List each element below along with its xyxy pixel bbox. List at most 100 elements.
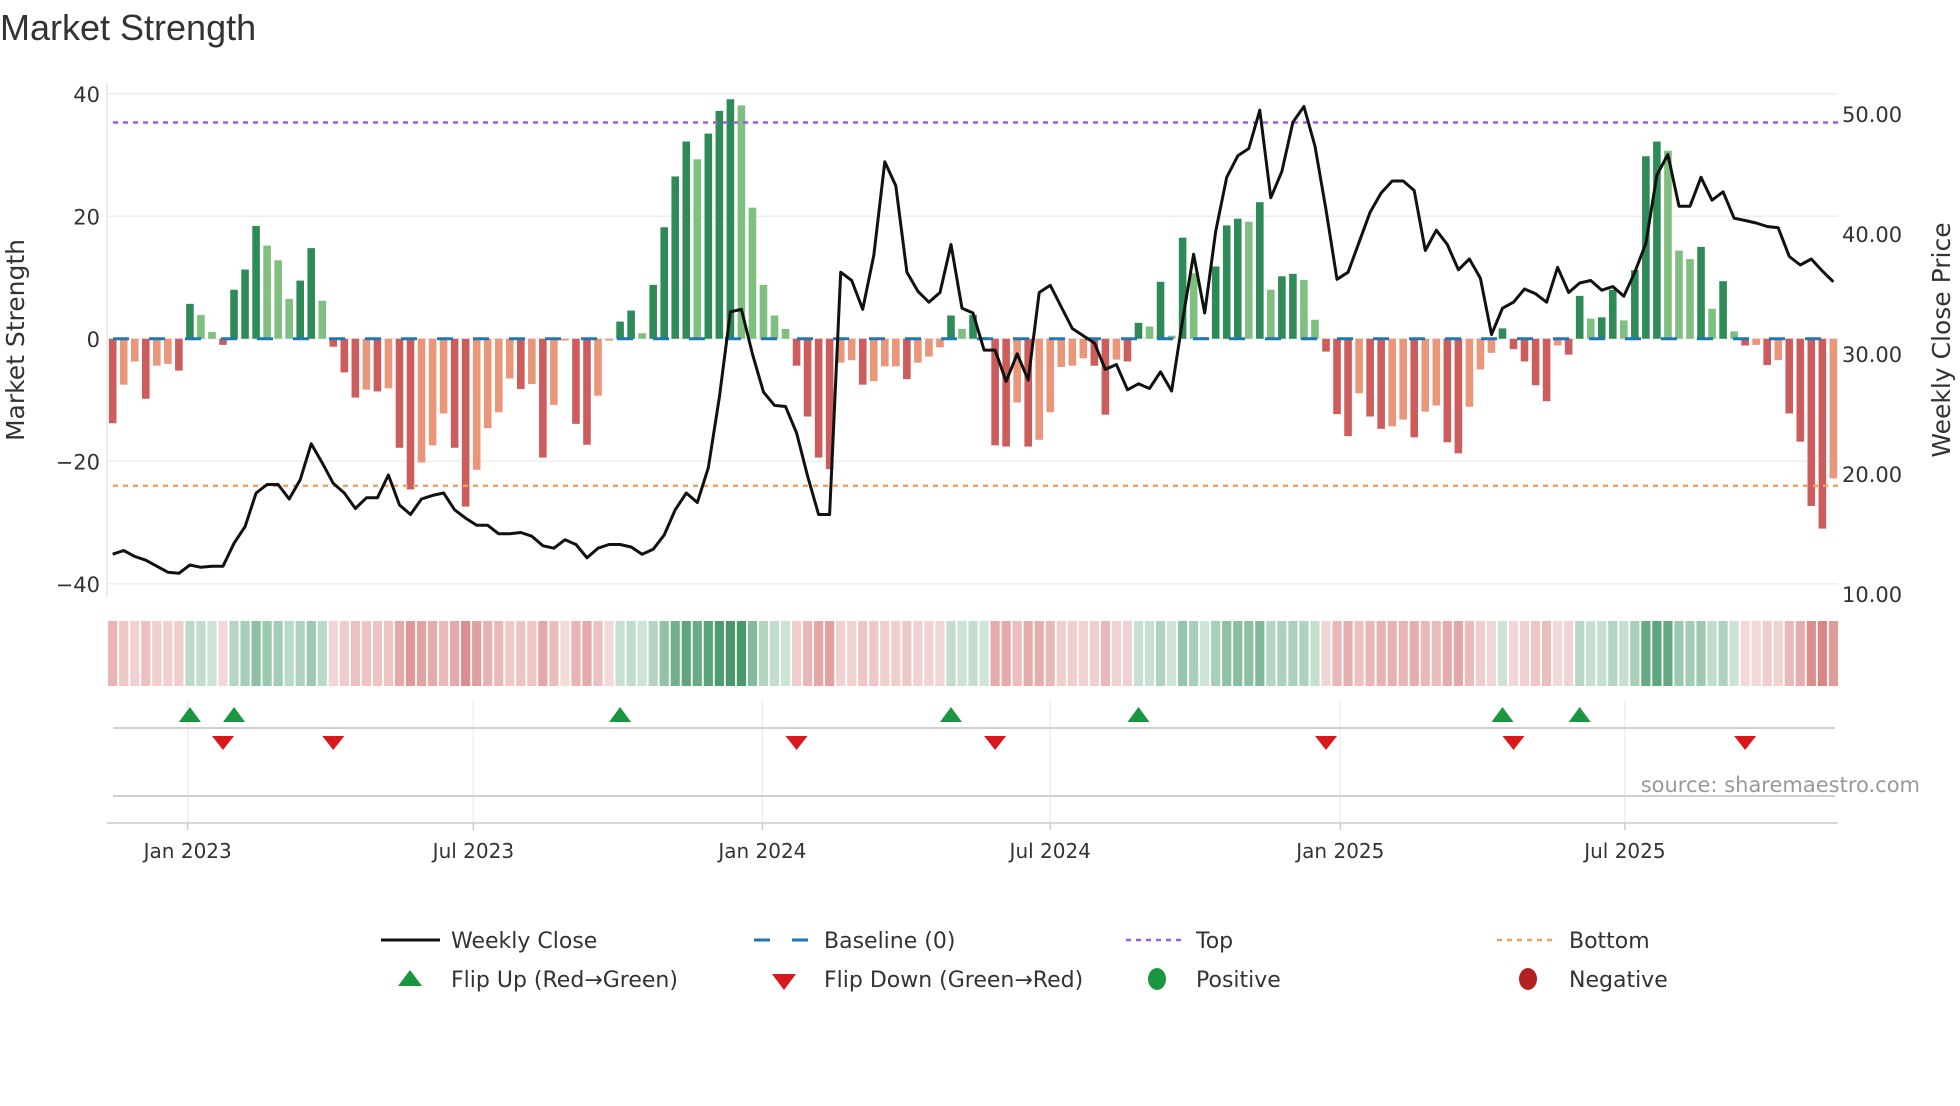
legend-item-bottom: Bottom [1497, 929, 1650, 954]
heat-strip-cell [394, 621, 405, 686]
y-tick-label: −40 [56, 573, 100, 597]
strength-bar [627, 310, 635, 339]
strength-bar [1244, 221, 1253, 339]
heat-strip-cell [1530, 621, 1541, 686]
heat-strip-cell [461, 621, 471, 686]
strength-bar [1487, 338, 1496, 353]
legend-item-weekly-close: Weekly Close [381, 929, 597, 954]
heat-strip-cell [1575, 621, 1585, 686]
flip-down-marker-icon [1734, 736, 1757, 750]
strength-bar [175, 338, 183, 371]
strength-bar [881, 338, 889, 367]
flip-up-marker-icon [178, 707, 201, 722]
strength-bar [649, 284, 657, 339]
strength-bar [186, 303, 194, 339]
heat-strip-cell [1619, 621, 1629, 686]
strength-bar [1068, 338, 1077, 366]
heat-strip-cell [1376, 621, 1386, 686]
heat-strip-cell [604, 621, 614, 686]
right-axis-title: Weekly Close Price [1927, 222, 1956, 457]
strength-bar [1300, 279, 1308, 339]
strength-bar [847, 338, 856, 361]
strength-bar [428, 338, 437, 446]
strength-bar [1465, 338, 1474, 407]
legend-item-flip-up: Flip Up (Red→Green) [398, 968, 678, 993]
red-dot-icon [1519, 968, 1537, 990]
heat-strip-cell [1608, 621, 1618, 686]
strength-bar [108, 338, 117, 424]
strength-bar [1818, 338, 1827, 529]
strength-bar [925, 338, 933, 357]
strength-bar [1289, 273, 1297, 339]
heat-strip-cell [350, 621, 360, 686]
heat-strip-cell [273, 621, 283, 686]
heat-strip-cell [218, 621, 228, 686]
strength-bar [1267, 289, 1275, 339]
strength-bar [1575, 295, 1584, 339]
heat-strip-cell [714, 621, 724, 686]
heat-strip-cell [935, 621, 945, 686]
heat-strip-cell [1144, 621, 1155, 686]
strength-bar [1763, 338, 1771, 366]
strength-bar [1697, 246, 1705, 339]
strength-bar [814, 338, 823, 458]
heat-strip-cell [670, 621, 680, 686]
strength-bar [803, 338, 812, 417]
heat-strip-cell [1740, 621, 1750, 686]
strength-bar [241, 269, 249, 339]
left-axis-title: Market Strength [1, 239, 30, 441]
flip-down-marker-icon [322, 736, 345, 750]
heat-strip-cell [494, 621, 504, 686]
y-tick-label: −20 [56, 450, 100, 474]
strength-bar [373, 338, 382, 392]
heat-strip-cell [1343, 621, 1353, 686]
strength-bar [792, 338, 801, 366]
triangle-up-icon [398, 970, 422, 986]
y2-tick-label: 50.00 [1842, 103, 1902, 127]
heat-strip-cell [1299, 621, 1309, 686]
x-tick-label: Jul 2023 [431, 839, 514, 863]
strength-bar [417, 338, 426, 463]
heat-strip-cell [1111, 621, 1122, 686]
strength-bar [1355, 338, 1363, 394]
heat-strip-cell [1464, 621, 1474, 686]
strength-bar [1498, 328, 1507, 339]
strength-bar [1686, 259, 1694, 339]
heat-strip-cell [1354, 621, 1364, 686]
heat-strip-cell [880, 621, 890, 686]
x-tick-label: Jan 2025 [1294, 839, 1384, 863]
heat-strip-cell [1255, 621, 1265, 686]
heat-strip-cell [262, 621, 272, 686]
strength-bar [384, 338, 393, 389]
strength-bar [770, 315, 779, 339]
heat-strip-cell [1398, 621, 1408, 686]
strength-bar [461, 338, 470, 507]
strength-bar [263, 245, 271, 339]
strength-bar [1421, 338, 1430, 412]
heat-strip-cell [1045, 621, 1055, 686]
heat-strip-cell [1553, 621, 1563, 686]
legend-label: Flip Down (Green→Red) [824, 968, 1083, 993]
heat-strip-cell [141, 621, 151, 686]
heat-strip-cell [284, 621, 294, 686]
legend-item-negative: Negative [1519, 968, 1668, 993]
heat-strip-cell [593, 621, 603, 686]
strength-bar [1664, 150, 1672, 339]
strength-bar [1156, 281, 1165, 339]
strength-bar [252, 226, 260, 339]
heat-strip-cell [648, 621, 658, 686]
strength-bar [616, 321, 624, 339]
heat-strip-cell [152, 621, 162, 686]
strength-bar [1520, 338, 1529, 362]
strength-bar [1211, 266, 1220, 339]
heat-strip-cell [858, 621, 868, 686]
strength-bar [1377, 338, 1385, 429]
x-axis-ticks: Jan 2023 Jul 2023 Jan 2024 Jul 2024 Jan 2025… [142, 823, 1666, 863]
strength-bar [682, 141, 691, 339]
strength-bar [1222, 225, 1231, 339]
heat-strip-cell [240, 621, 250, 686]
strength-bar [395, 338, 404, 448]
heat-strip-cell [1497, 621, 1508, 686]
strength-bar [1035, 338, 1044, 440]
strength-bar [472, 338, 481, 470]
